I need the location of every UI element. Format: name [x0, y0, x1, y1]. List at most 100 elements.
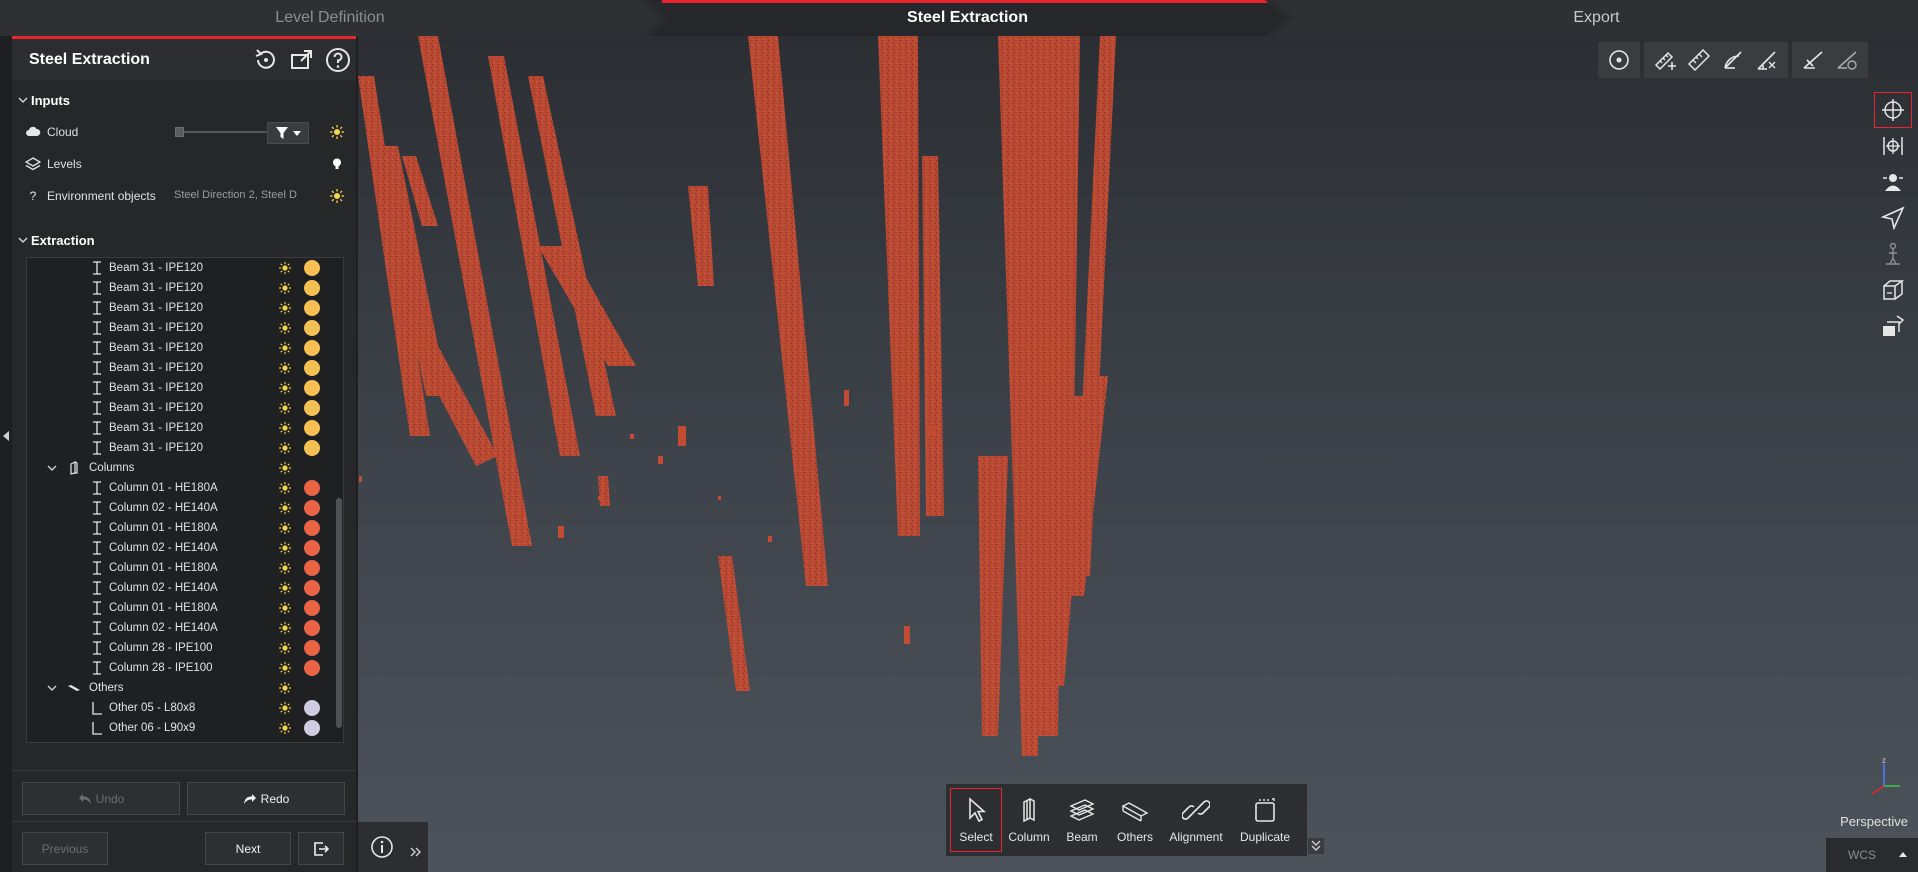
visibility-sun-icon[interactable] — [279, 262, 291, 274]
visibility-sun-icon[interactable] — [279, 462, 291, 474]
visibility-sun-icon[interactable] — [279, 302, 291, 314]
expand-toolbar-button[interactable] — [1308, 838, 1324, 854]
annotate-button[interactable] — [1796, 43, 1830, 77]
visibility-sun-icon[interactable] — [279, 662, 291, 674]
reset-button[interactable] — [248, 44, 284, 76]
color-swatch[interactable] — [304, 540, 320, 556]
tree-item[interactable]: Column 28 - IPE100 — [27, 658, 343, 678]
tree-item[interactable]: Beam 31 - IPE120 — [27, 438, 343, 458]
visibility-sun-icon[interactable] — [279, 722, 291, 734]
collapse-left-icon[interactable] — [2, 430, 10, 442]
tree-item[interactable]: Beam 31 - IPE120 — [27, 398, 343, 418]
visibility-sun-icon[interactable] — [279, 422, 291, 434]
pan-button[interactable] — [1874, 128, 1912, 164]
tree-item[interactable]: Other 05 - L80x8 — [27, 698, 343, 718]
tree-item[interactable]: Column 01 - HE180A — [27, 518, 343, 538]
color-swatch[interactable] — [304, 320, 320, 336]
tree-item[interactable]: Beam 31 - IPE120 — [27, 278, 343, 298]
visibility-sun-icon[interactable] — [279, 642, 291, 654]
color-swatch[interactable] — [304, 720, 320, 736]
visibility-sun-icon[interactable] — [279, 382, 291, 394]
measure-distance-button[interactable] — [1682, 43, 1716, 77]
visibility-sun-icon[interactable] — [279, 562, 291, 574]
visibility-sun-icon[interactable] — [279, 322, 291, 334]
3d-viewport[interactable]: Select Column Beam Others Alignment Dupl… — [358, 36, 1918, 872]
tree-group[interactable]: Others — [27, 678, 343, 698]
visibility-sun-icon[interactable] — [279, 362, 291, 374]
color-swatch[interactable] — [304, 300, 320, 316]
tree-item[interactable]: Column 01 - HE180A — [27, 598, 343, 618]
chevron-down-icon[interactable] — [47, 463, 57, 473]
color-swatch[interactable] — [304, 640, 320, 656]
section-box-button[interactable] — [1874, 308, 1912, 344]
select-tool-button[interactable]: Select — [950, 788, 1002, 852]
env-value[interactable]: Steel Direction 2, Steel D — [174, 189, 302, 201]
measure-slope-button[interactable] — [1750, 43, 1784, 77]
open-external-button[interactable] — [284, 44, 320, 76]
projection-label[interactable]: Perspective — [1840, 814, 1908, 829]
annotate-clear-button[interactable] — [1830, 43, 1864, 77]
chevron-down-icon[interactable] — [47, 683, 57, 693]
redo-button[interactable]: Redo — [187, 782, 345, 815]
duplicate-tool-button[interactable]: Duplicate — [1231, 788, 1299, 852]
color-swatch[interactable] — [304, 440, 320, 456]
visibility-sun-icon[interactable] — [279, 402, 291, 414]
tree-scrollbar[interactable] — [336, 498, 342, 728]
visibility-sun-icon[interactable] — [279, 622, 291, 634]
visibility-sun-icon[interactable] — [279, 682, 291, 694]
alignment-tool-button[interactable]: Alignment — [1162, 788, 1230, 852]
point-cloud[interactable] — [358, 36, 1918, 872]
color-swatch[interactable] — [304, 700, 320, 716]
visibility-sun-icon[interactable] — [279, 342, 291, 354]
previous-button[interactable]: Previous — [22, 832, 108, 865]
exit-button[interactable] — [298, 832, 344, 865]
tree-item[interactable]: Beam 31 - IPE120 — [27, 318, 343, 338]
visibility-sun-icon[interactable] — [279, 502, 291, 514]
tree-item[interactable]: Beam 31 - IPE120 — [27, 358, 343, 378]
extraction-section-header[interactable]: Extraction — [12, 224, 356, 256]
color-swatch[interactable] — [304, 500, 320, 516]
cloud-density-slider[interactable] — [175, 127, 270, 137]
tree-item[interactable]: Column 02 - HE140A — [27, 578, 343, 598]
tab-level-definition[interactable]: Level Definition — [0, 0, 660, 36]
tree-item[interactable]: Beam 31 - IPE120 — [27, 298, 343, 318]
color-swatch[interactable] — [304, 280, 320, 296]
color-swatch[interactable] — [304, 660, 320, 676]
walk-button[interactable] — [1874, 236, 1912, 272]
color-swatch[interactable] — [304, 580, 320, 596]
color-swatch[interactable] — [304, 260, 320, 276]
color-swatch[interactable] — [304, 560, 320, 576]
tree-item[interactable]: Beam 31 - IPE120 — [27, 338, 343, 358]
tree-item[interactable]: Column 02 - HE140A — [27, 618, 343, 638]
visibility-sun-icon[interactable] — [279, 282, 291, 294]
measure-add-button[interactable] — [1648, 43, 1682, 77]
next-button[interactable]: Next — [205, 832, 291, 865]
tree-item[interactable]: Column 02 - HE140A — [27, 498, 343, 518]
visibility-sun-icon[interactable] — [330, 189, 344, 203]
coordinate-system-selector[interactable]: WCS — [1826, 838, 1918, 872]
double-chevron-right-icon[interactable] — [410, 846, 422, 858]
info-icon[interactable] — [370, 835, 394, 859]
tree-item[interactable]: Beam 31 - IPE120 — [27, 258, 343, 278]
color-swatch[interactable] — [304, 360, 320, 376]
beam-tool-button[interactable]: Beam — [1056, 788, 1108, 852]
tree-group[interactable]: Columns — [27, 458, 343, 478]
tree-item[interactable]: Beam 31 - IPE120 — [27, 378, 343, 398]
tree-item[interactable]: Column 01 - HE180A — [27, 478, 343, 498]
bulb-icon[interactable] — [330, 157, 344, 171]
tab-export[interactable]: Export — [1275, 0, 1918, 36]
visibility-sun-icon[interactable] — [279, 702, 291, 714]
color-swatch[interactable] — [304, 380, 320, 396]
extraction-tree[interactable]: Beam 31 - IPE120 Beam 31 - IPE120 Beam 31 … — [26, 257, 344, 743]
tree-item[interactable]: Column 02 - HE140A — [27, 538, 343, 558]
examine-button[interactable] — [1874, 164, 1912, 200]
visibility-sun-icon[interactable] — [279, 482, 291, 494]
tree-item[interactable]: Beam 31 - IPE120 — [27, 418, 343, 438]
color-swatch[interactable] — [304, 520, 320, 536]
tree-item[interactable]: Column 28 - IPE100 — [27, 638, 343, 658]
pivot-button[interactable] — [1602, 43, 1636, 77]
visibility-sun-icon[interactable] — [330, 125, 344, 139]
tab-steel-extraction[interactable]: Steel Extraction — [650, 0, 1285, 36]
measure-angle-button[interactable] — [1716, 43, 1750, 77]
color-swatch[interactable] — [304, 600, 320, 616]
